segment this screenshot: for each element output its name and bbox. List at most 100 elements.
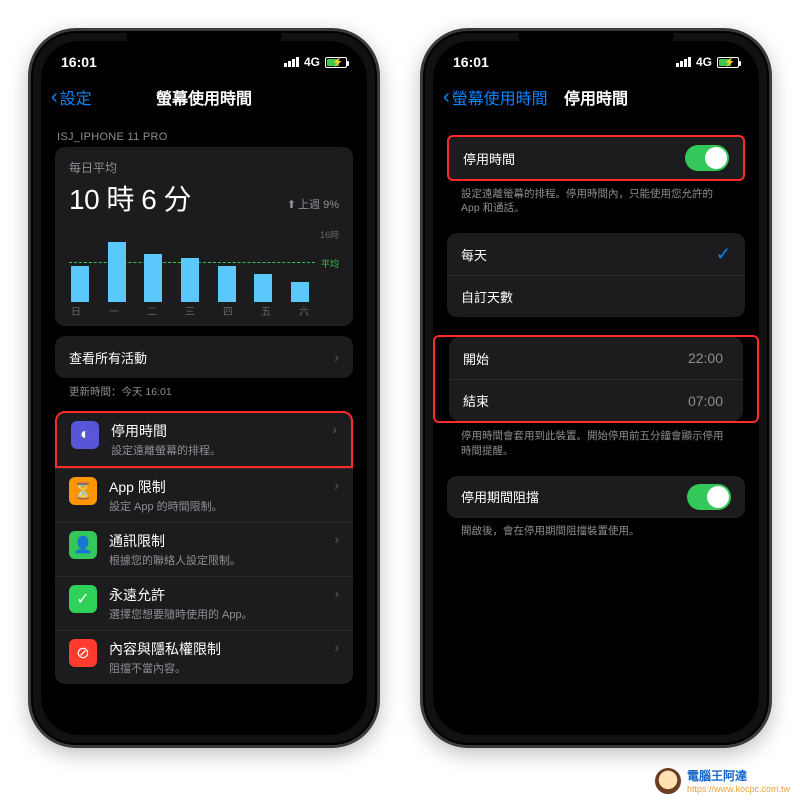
chart-xtick: 六 [299, 303, 309, 318]
watermark: 電腦王阿達 https://www.kocpc.com.tw [655, 767, 790, 794]
chart-bar [71, 266, 89, 302]
item-sub: 設定 App 的時間限制。 [109, 498, 223, 514]
end-time-row[interactable]: 結束 07:00 [449, 379, 743, 421]
block-toggle-label: 停用期間阻擋 [461, 487, 539, 506]
item-title: App 限制 [109, 477, 223, 497]
every-day-label: 每天 [461, 245, 487, 264]
time-note: 停用時間會套用到此裝置。開始停用前五分鐘會顯示停用時間提醒。 [433, 423, 759, 457]
chevron-right-icon: › [334, 477, 339, 493]
start-value: 22:00 [688, 350, 723, 366]
moon-icon: ◐ [71, 421, 99, 449]
watermark-name: 電腦王阿達 [687, 769, 747, 783]
chart-xtick: 四 [223, 303, 233, 318]
phone-left: 16:01 4G ⚡ ‹ 設定 螢幕使用時間 ISJ_IPHONE 11 PRO… [28, 28, 380, 748]
every-day-row[interactable]: 每天 ✓ [447, 233, 745, 275]
settings-item-person[interactable]: 👤 通訊限制根據您的聯絡人設定限制。 › [55, 522, 353, 576]
daily-average-card[interactable]: 每日平均 10 時 6 分 ⬆上週 9% 16時 平均 日一二三四五六 [55, 147, 353, 326]
nav-bar: ‹ 螢幕使用時間 停用時間 [433, 77, 759, 117]
chevron-right-icon: › [334, 585, 339, 601]
last-updated: 更新時間：今天 16:01 [41, 378, 367, 399]
chevron-left-icon: ‹ [51, 86, 58, 109]
chart-xtick: 三 [185, 303, 195, 318]
watermark-url: https://www.kocpc.com.tw [687, 784, 790, 794]
back-label: 設定 [60, 85, 92, 109]
signal-icon [284, 57, 299, 67]
block-note: 開啟後，會在停用期間阻擋裝置使用。 [433, 518, 759, 538]
notch [519, 31, 673, 57]
downtime-toggle[interactable] [685, 145, 729, 171]
chart-bar [291, 282, 309, 302]
screen-right: 16:01 4G ⚡ ‹ 螢幕使用時間 停用時間 停用時間 設定遠離螢幕的排程。… [433, 41, 759, 735]
see-all-label: 查看所有活動 [69, 348, 147, 367]
item-sub: 根據您的聯絡人設定限制。 [109, 552, 241, 568]
hourglass-icon: ⏳ [69, 477, 97, 505]
chart-bar [218, 266, 236, 302]
back-label: 螢幕使用時間 [452, 85, 548, 109]
item-title: 通訊限制 [109, 531, 241, 551]
item-sub: 選擇您想要隨時使用的 App。 [109, 606, 253, 622]
chart-avg-label: 平均 [321, 257, 339, 270]
nosign-icon: ⊘ [69, 639, 97, 667]
back-button[interactable]: ‹ 螢幕使用時間 [439, 83, 552, 111]
start-time-row[interactable]: 開始 22:00 [449, 337, 743, 379]
time-range-group: 開始 22:00 結束 07:00 [433, 335, 759, 423]
checkmark-icon: ✓ [716, 244, 731, 265]
signal-icon [676, 57, 691, 67]
network-label: 4G [304, 55, 320, 69]
chart-ymax: 16時 [320, 228, 339, 241]
notch [127, 31, 281, 57]
arrow-up-icon: ⬆ [287, 199, 296, 211]
chevron-left-icon: ‹ [443, 86, 450, 109]
downtime-note: 設定遠離螢幕的排程。停用時間內，只能使用您允許的 App 和通話。 [433, 181, 759, 215]
chart-bars [69, 238, 311, 302]
chevron-right-icon: › [334, 349, 339, 365]
phone-right: 16:01 4G ⚡ ‹ 螢幕使用時間 停用時間 停用時間 設定遠離螢幕的排程。… [420, 28, 772, 748]
downtime-toggle-label: 停用時間 [463, 149, 515, 168]
settings-list: ◐ 停用時間設定遠離螢幕的排程。 › ⏳ App 限制設定 App 的時間限制。 › 👤 通訊… [41, 411, 367, 684]
settings-item-nosign[interactable]: ⊘內容與隱私權限制阻擋不當內容。› [55, 630, 353, 684]
chart-bar [181, 258, 199, 302]
block-toggle[interactable] [687, 484, 731, 510]
chevron-right-icon: › [334, 531, 339, 547]
start-label: 開始 [463, 349, 489, 368]
item-title: 停用時間 [111, 421, 221, 441]
see-all-activity-row[interactable]: 查看所有活動 › [55, 336, 353, 378]
person-icon: 👤 [69, 531, 97, 559]
nav-bar: ‹ 設定 螢幕使用時間 [41, 77, 367, 117]
custom-days-row[interactable]: 自訂天數 [447, 275, 745, 317]
trend-label: ⬆上週 9% [287, 196, 339, 212]
chart-xtick: 二 [147, 303, 157, 318]
chart-bar [144, 254, 162, 302]
chevron-right-icon: › [332, 421, 337, 437]
check-icon: ✓ [69, 585, 97, 613]
chart-xtick: 一 [109, 303, 119, 318]
usage-chart: 16時 平均 日 一 二 三 四 五 六 [69, 228, 339, 318]
screen-left: 16:01 4G ⚡ ‹ 設定 螢幕使用時間 ISJ_IPHONE 11 PRO… [41, 41, 367, 735]
end-value: 07:00 [688, 393, 723, 409]
downtime-toggle-row[interactable]: 停用時間 [447, 135, 745, 181]
block-toggle-row[interactable]: 停用期間阻擋 [447, 476, 745, 518]
item-sub: 設定遠離螢幕的排程。 [111, 442, 221, 458]
settings-item-hourglass[interactable]: ⏳ App 限制設定 App 的時間限制。 › [55, 468, 353, 522]
battery-icon: ⚡ [717, 57, 739, 68]
chart-xaxis: 日一二三四五六 [69, 303, 311, 318]
chart-bar [254, 274, 272, 302]
chart-bar [108, 242, 126, 302]
item-title: 永遠允許 [109, 585, 253, 605]
end-label: 結束 [463, 391, 489, 410]
battery-icon: ⚡ [325, 57, 347, 68]
chart-xtick: 五 [261, 303, 271, 318]
custom-days-label: 自訂天數 [461, 287, 513, 306]
item-sub: 阻擋不當內容。 [109, 660, 221, 676]
chart-xtick: 日 [71, 303, 81, 318]
settings-item-check[interactable]: ✓ 永遠允許選擇您想要隨時使用的 App。 › [55, 576, 353, 630]
schedule-mode-group: 每天 ✓ 自訂天數 [433, 233, 759, 317]
settings-item-moon[interactable]: ◐ 停用時間設定遠離螢幕的排程。 › [55, 411, 353, 468]
back-button[interactable]: ‹ 設定 [47, 83, 96, 111]
device-header: ISJ_IPHONE 11 PRO [41, 117, 367, 147]
status-time: 16:01 [453, 54, 489, 70]
watermark-avatar-icon [655, 768, 681, 794]
network-label: 4G [696, 55, 712, 69]
item-title: 內容與隱私權限制 [109, 639, 221, 659]
daily-average-label: 每日平均 [69, 159, 339, 176]
